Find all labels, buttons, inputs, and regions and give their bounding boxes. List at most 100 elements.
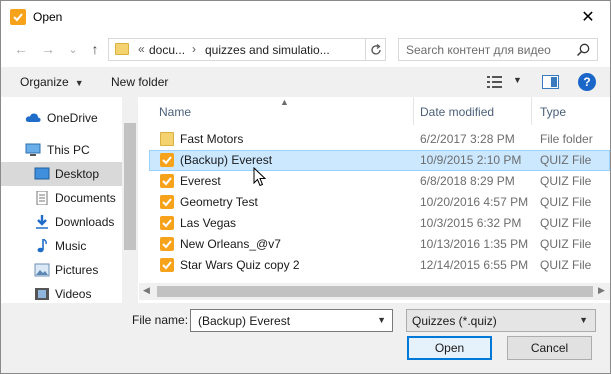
close-button[interactable]: ✕	[566, 1, 610, 32]
breadcrumb-item[interactable]: quizzes and simulatio...	[205, 43, 330, 57]
sidebar-item-videos[interactable]: Videos	[1, 282, 122, 303]
sidebar-item-pictures[interactable]: Pictures	[1, 258, 122, 282]
sidebar-item-label: Music	[55, 239, 87, 253]
view-menu-caret-icon[interactable]: ▼	[513, 75, 522, 85]
file-date: 10/3/2015 6:32 PM	[420, 216, 522, 230]
sidebar-item-label: Desktop	[55, 167, 100, 181]
address-bar[interactable]: « docu... › quizzes and simulatio...	[108, 38, 386, 61]
column-header-date-modified[interactable]: Date modified	[420, 97, 538, 125]
search-icon[interactable]	[575, 42, 591, 58]
file-date: 6/2/2017 3:28 PM	[420, 132, 515, 146]
column-header-type[interactable]: Type	[540, 97, 610, 125]
open-button[interactable]: Open	[407, 336, 492, 360]
scroll-left-icon[interactable]: ◀	[143, 285, 150, 296]
sidebar-item-downloads[interactable]: Downloads	[1, 210, 122, 234]
refresh-button[interactable]	[365, 39, 385, 60]
organize-label: Organize	[20, 75, 69, 89]
sidebar-item-documents[interactable]: Documents	[1, 186, 122, 210]
scrollbar-thumb[interactable]	[124, 123, 136, 250]
pictures-icon	[34, 263, 50, 277]
title-bar: Open ✕	[1, 1, 610, 32]
computer-icon	[25, 143, 41, 156]
help-button[interactable]: ?	[578, 73, 596, 91]
file-type: QUIZ File	[540, 195, 592, 209]
column-divider[interactable]	[413, 97, 414, 125]
window-title: Open	[33, 10, 63, 24]
file-name-label: File name:	[132, 313, 189, 327]
sidebar-item-desktop[interactable]: Desktop	[1, 162, 122, 186]
file-list: ▲ Name Date modified Type Fast Motors 6/…	[139, 97, 610, 303]
back-button[interactable]: ←	[12, 40, 30, 58]
navigation-bar: ← → ⌄ ↑ « docu... › quizzes and simulati…	[1, 33, 610, 65]
search-input[interactable]: Search контент для видео	[398, 38, 598, 61]
breadcrumb-separator[interactable]: ›	[192, 42, 196, 56]
file-row[interactable]: New Orleans_@v7 10/13/2016 1:35 PM QUIZ …	[149, 234, 610, 255]
desktop-icon	[34, 167, 50, 180]
sidebar-item-label: This PC	[47, 143, 90, 157]
chevron-down-icon[interactable]: ▼	[377, 315, 386, 325]
command-bar: Organize ▼ New folder ▼ ?	[1, 67, 610, 97]
quiz-file-icon	[160, 174, 174, 188]
column-header-name[interactable]: Name	[159, 97, 413, 125]
column-divider[interactable]	[531, 97, 532, 125]
new-folder-button[interactable]: New folder	[111, 75, 168, 89]
sidebar-item-this-pc[interactable]: This PC	[1, 138, 122, 162]
documents-icon	[36, 191, 48, 205]
file-name: Las Vegas	[180, 216, 237, 230]
file-row[interactable]: Fast Motors 6/2/2017 3:28 PM File folder	[149, 129, 610, 150]
file-date: 12/14/2015 6:55 PM	[420, 258, 529, 272]
open-dialog: Open ✕ ← → ⌄ ↑ « docu... › quizzes and s…	[0, 0, 611, 374]
file-row[interactable]: Star Wars Quiz copy 2 12/14/2015 6:55 PM…	[149, 255, 610, 276]
file-date: 6/8/2018 8:29 PM	[420, 174, 515, 188]
file-type-select[interactable]: Quizzes (*.quiz) ▼	[406, 309, 596, 332]
breadcrumb-item[interactable]: docu...	[149, 43, 185, 57]
file-type: QUIZ File	[540, 216, 592, 230]
up-button[interactable]: ↑	[86, 40, 104, 58]
file-row-selected[interactable]: (Backup) Everest 10/9/2015 2:10 PM QUIZ …	[149, 150, 610, 171]
sidebar-item-music[interactable]: Music	[1, 234, 122, 258]
horizontal-scrollbar[interactable]: ◀ ▶	[139, 283, 610, 300]
search-placeholder: Search контент для видео	[406, 43, 551, 57]
sidebar-item-onedrive[interactable]: OneDrive	[1, 106, 122, 130]
folder-icon	[115, 43, 129, 55]
quiz-file-icon	[160, 195, 174, 209]
sidebar-item-label: Documents	[55, 191, 116, 205]
sidebar-item-label: Downloads	[55, 215, 115, 229]
scrollbar-thumb[interactable]	[157, 286, 593, 297]
preview-pane-icon[interactable]	[542, 75, 559, 89]
column-header-label: Date modified	[420, 105, 495, 119]
file-date: 10/20/2016 4:57 PM	[420, 195, 529, 209]
refresh-icon	[370, 43, 381, 55]
quiz-file-icon	[160, 153, 174, 167]
column-header-label: Name	[159, 105, 192, 119]
quiz-file-icon	[160, 237, 174, 251]
cancel-button[interactable]: Cancel	[507, 336, 592, 360]
forward-button[interactable]: →	[39, 40, 57, 58]
file-name-input[interactable]: (Backup) Everest ▼	[190, 309, 393, 332]
scroll-right-icon[interactable]: ▶	[598, 285, 605, 296]
file-name: Star Wars Quiz copy 2	[180, 258, 300, 272]
recent-locations-button[interactable]: ⌄	[64, 40, 82, 58]
folder-icon	[160, 132, 174, 146]
sidebar-scrollbar[interactable]	[122, 97, 138, 303]
music-icon	[37, 239, 47, 253]
view-options-icon[interactable]	[487, 75, 503, 89]
caret-down-icon: ▼	[74, 78, 84, 88]
file-row[interactable]: Everest 6/8/2018 8:29 PM QUIZ File	[149, 171, 610, 192]
file-name: (Backup) Everest	[180, 153, 273, 167]
sidebar-item-label: Pictures	[55, 263, 99, 277]
download-icon	[36, 215, 48, 229]
sidebar-item-label: OneDrive	[47, 111, 98, 125]
file-type: QUIZ File	[540, 258, 592, 272]
file-type: QUIZ File	[540, 237, 592, 251]
file-row[interactable]: Geometry Test 10/20/2016 4:57 PM QUIZ Fi…	[149, 192, 610, 213]
file-name: Fast Motors	[180, 132, 244, 146]
quiz-file-icon	[160, 216, 174, 230]
column-header-label: Type	[540, 105, 567, 119]
organize-menu[interactable]: Organize ▼	[20, 75, 84, 89]
file-type-value: Quizzes (*.quiz)	[412, 314, 497, 328]
videos-icon	[35, 288, 49, 300]
breadcrumb-overflow[interactable]: «	[138, 42, 145, 56]
file-row[interactable]: Las Vegas 10/3/2015 6:32 PM QUIZ File	[149, 213, 610, 234]
file-name-value: (Backup) Everest	[198, 314, 291, 328]
